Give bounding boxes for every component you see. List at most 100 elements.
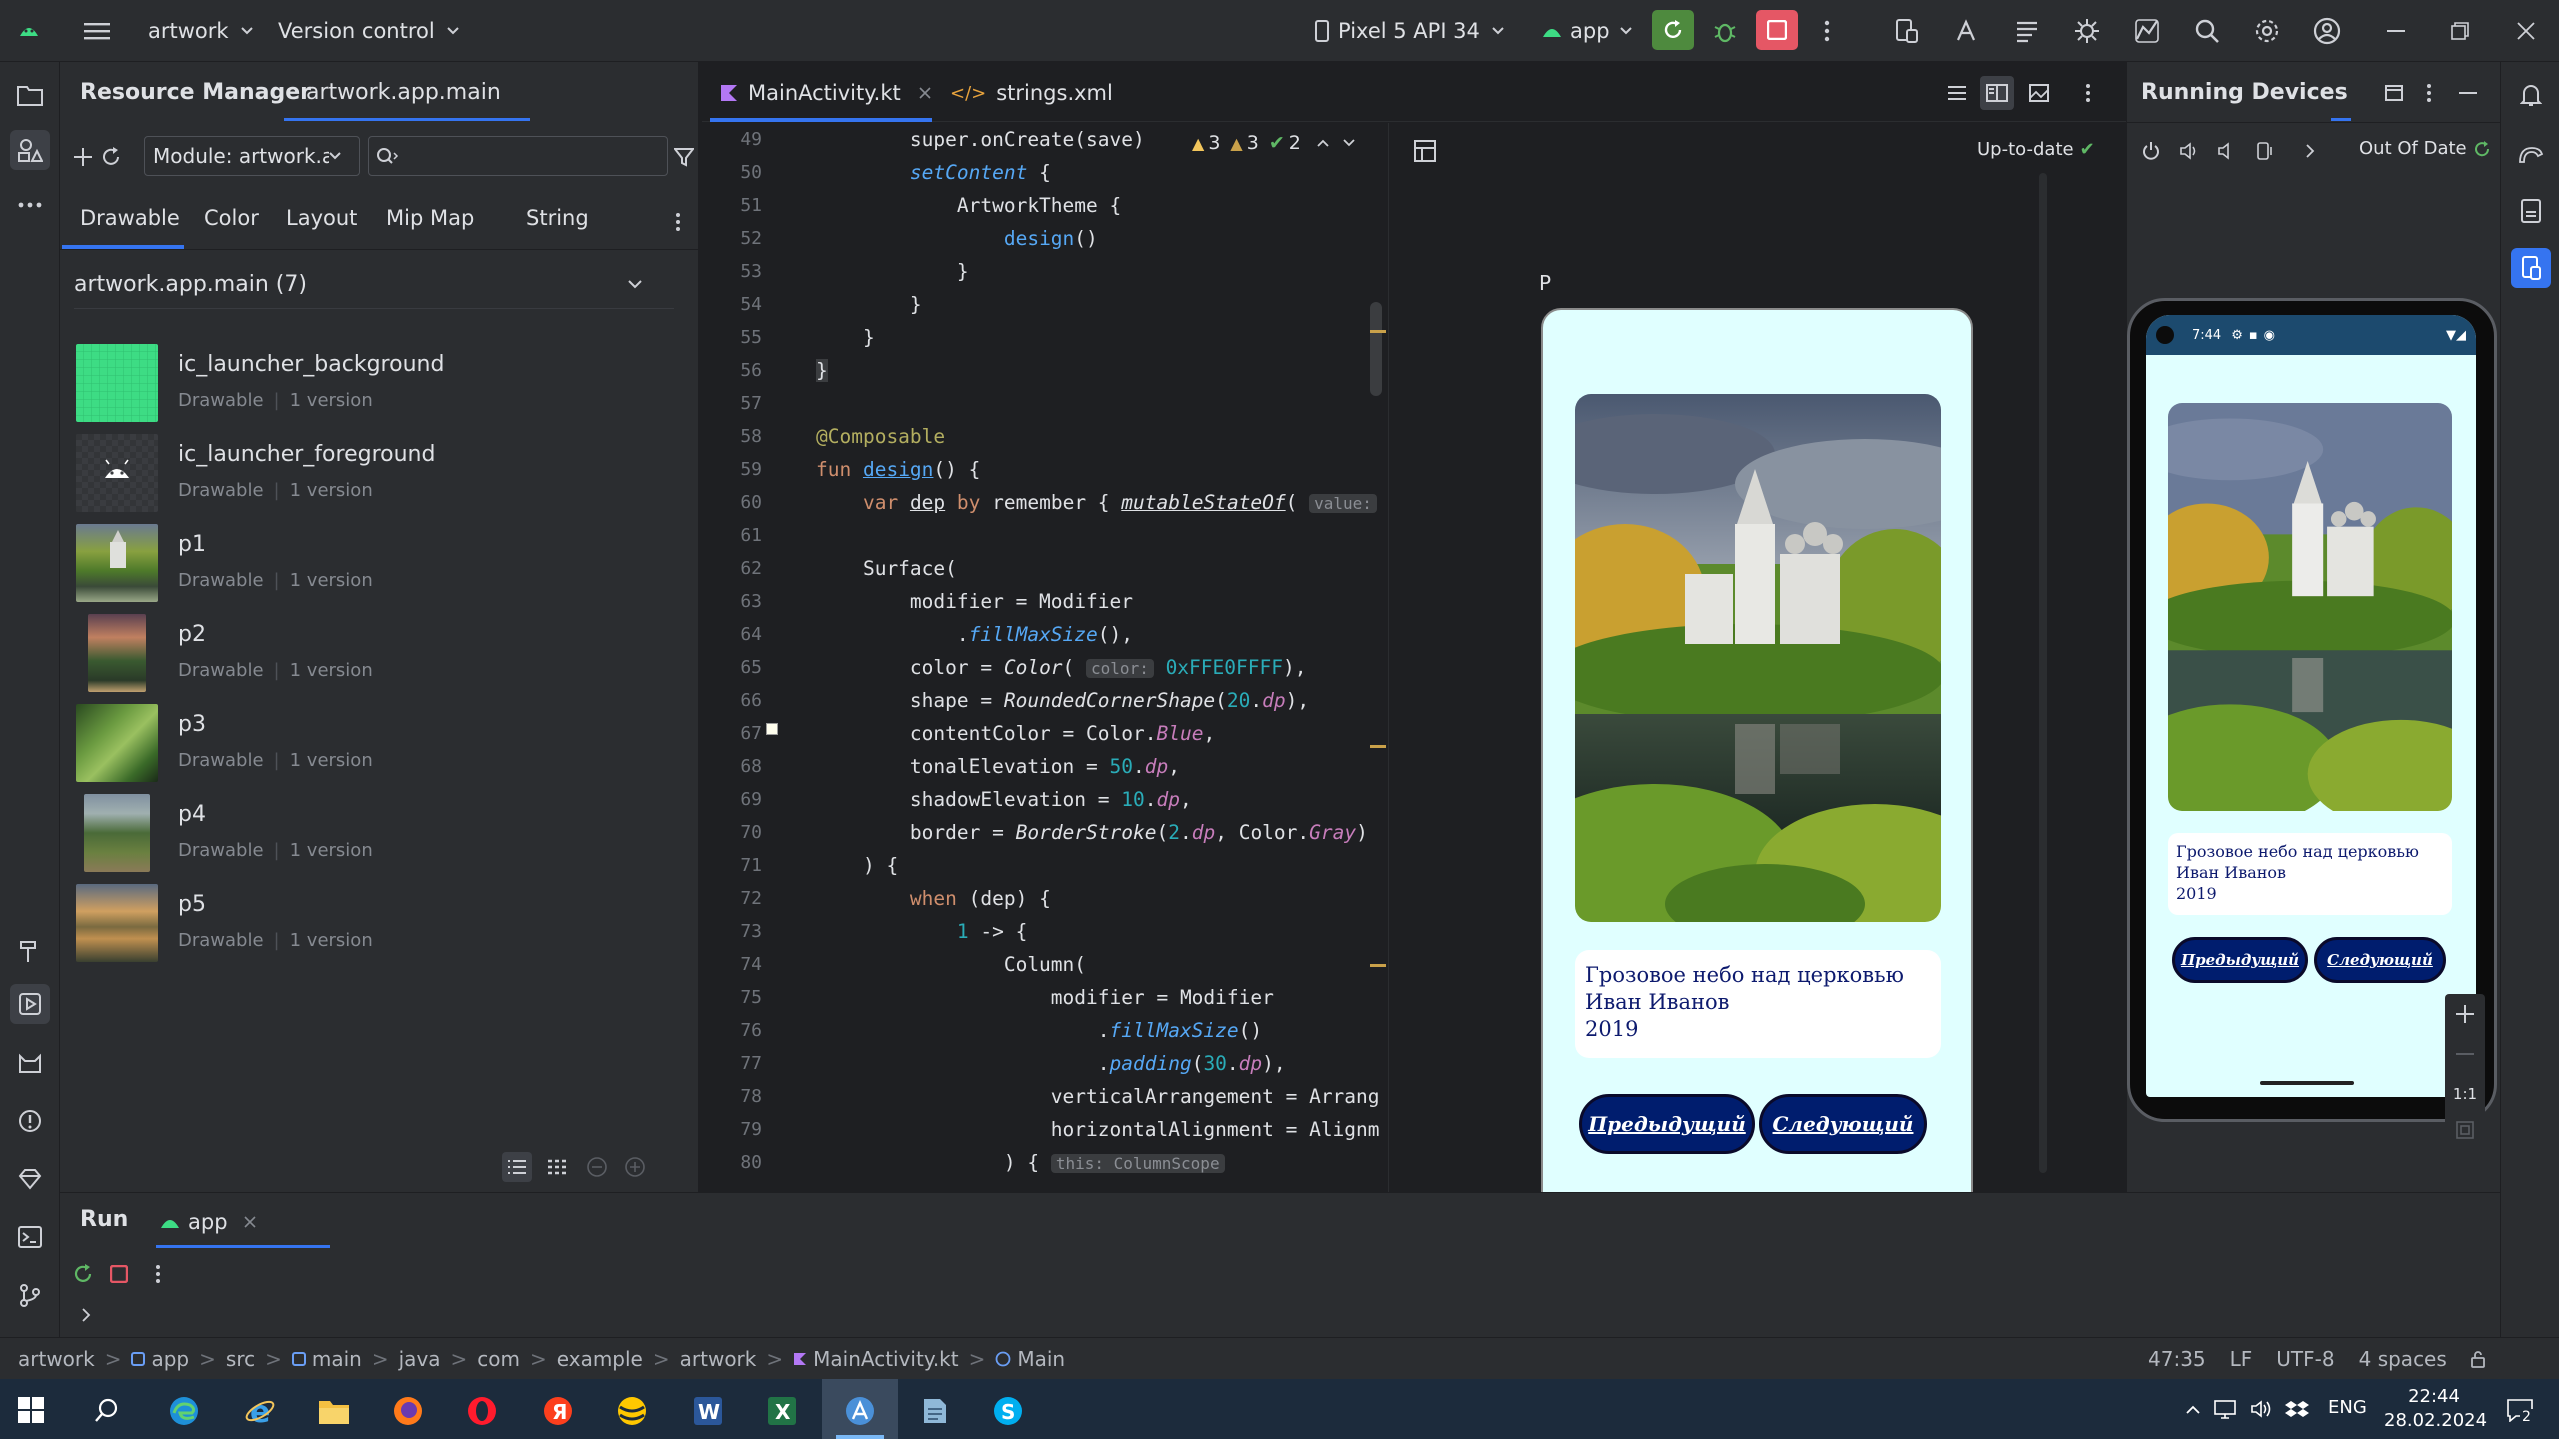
refresh-icon[interactable] [96,142,126,172]
color-swatch-gutter-icon[interactable] [766,723,778,735]
grid-view-icon[interactable] [542,1152,572,1182]
next-button[interactable]: Следующий [1759,1094,1927,1154]
more-actions-icon[interactable] [1812,14,1842,48]
language-indicator[interactable]: ENG [2328,1397,2367,1418]
dropbox-icon[interactable] [2282,1395,2312,1423]
resource-item-ic-launcher-background[interactable]: ic_launcher_background Drawable | 1 versio… [76,344,666,430]
chevron-right-icon[interactable] [2305,144,2315,158]
volume-icon[interactable] [2246,1395,2276,1423]
tab-mainactivity[interactable]: MainActivity.kt [720,78,931,108]
notepad-icon[interactable] [914,1391,954,1431]
breadcrumb-item[interactable]: java [399,1347,441,1371]
zoom-actual-size[interactable]: 1:1 [2449,1080,2481,1108]
zoom-in-icon[interactable] [2451,1000,2479,1028]
module-tab[interactable]: artwork.app.main [306,80,501,105]
rerun-button[interactable] [1652,10,1694,50]
app-quality-icon[interactable] [11,1160,49,1198]
phone-screen[interactable]: 7:44 ⚙▪◉ ▼◢ Грозовое небо над церковью И… [2146,315,2476,1097]
breadcrumb-item[interactable]: example [557,1347,643,1371]
tab-drawable[interactable]: Drawable [80,206,180,230]
previous-button[interactable]: Предыдущий [2172,937,2308,983]
list-view-icon[interactable] [502,1152,532,1182]
resource-item-ic-launcher-foreground[interactable]: ic_launcher_foreground Drawable | 1 versio… [76,434,666,520]
more-tabs-icon[interactable] [668,208,688,236]
logcat-icon[interactable] [11,1044,49,1082]
split-view-icon[interactable] [1980,76,2014,110]
module-select[interactable]: Module: artwork.ap [144,136,360,176]
hide-panel-icon[interactable] [2453,78,2483,108]
yandex-browser-icon[interactable]: Я [538,1391,578,1431]
internet-explorer-icon[interactable]: e [240,1391,280,1431]
device-status[interactable]: Out Of Date [2359,138,2491,159]
add-resource-icon[interactable] [68,142,98,172]
device-manager-icon[interactable] [1890,14,1924,48]
main-menu-icon[interactable] [80,16,114,46]
readonly-lock-icon[interactable] [2469,1350,2487,1368]
zoom-in-icon[interactable] [620,1152,650,1182]
file-explorer-icon[interactable] [314,1391,354,1431]
run-more-icon[interactable] [146,1259,170,1289]
project-folder-icon[interactable] [11,76,49,114]
breadcrumb-item[interactable]: main [312,1347,362,1371]
tab-string[interactable]: String [526,206,589,230]
vertical-scrollbar[interactable] [1370,302,1382,396]
show-hidden-icons-icon[interactable] [2180,1395,2206,1423]
notifications-bell-icon[interactable] [2512,76,2550,114]
tab-layout[interactable]: Layout [286,206,357,230]
skype-icon[interactable]: S [988,1391,1028,1431]
chevron-down-icon[interactable] [628,280,642,290]
firefox-icon[interactable] [388,1391,428,1431]
problems-icon[interactable] [11,1102,49,1140]
rerun-icon[interactable] [68,1259,98,1289]
vcs-selector[interactable]: Version control [278,16,459,46]
structure-icon[interactable] [2010,14,2044,48]
line-separator[interactable]: LF [2230,1347,2253,1371]
project-selector[interactable]: artwork [148,16,253,46]
chevron-right-icon[interactable] [74,1303,98,1327]
build-hammer-icon[interactable] [11,932,49,970]
zoom-fit-icon[interactable] [2451,1116,2479,1144]
clock[interactable]: 22:44 28.02.2024 [2384,1385,2487,1433]
breadcrumb-item[interactable]: com [477,1347,520,1371]
code-editor[interactable]: ▲ 3 ▲ 3 ✔ 2 49 50 51 52 53 54 55 56 57 58 59 60 61 62 63 6… [702,123,1388,1192]
windows-start-icon[interactable] [14,1393,48,1427]
zoom-out-icon[interactable] [2451,1040,2479,1068]
resource-item-p2[interactable]: p2 Drawable | 1 version [76,614,666,700]
window-layout-icon[interactable] [2379,78,2409,108]
close-window-icon[interactable] [2508,14,2544,48]
device-file-explorer-icon[interactable] [2512,192,2550,230]
filter-icon[interactable] [670,142,698,172]
run-tab-app[interactable]: app [160,1207,256,1237]
account-icon[interactable] [2310,14,2344,48]
resource-manager-icon[interactable] [10,130,50,170]
version-control-icon[interactable] [11,1276,49,1314]
stop-icon[interactable] [104,1259,134,1289]
gemini-icon[interactable] [1950,14,1984,48]
excel-icon[interactable]: X [762,1391,802,1431]
chevron-up-icon[interactable] [1317,139,1329,147]
taskbar-search-icon[interactable] [90,1393,124,1427]
edge-browser-icon[interactable] [164,1391,204,1431]
chevron-down-icon[interactable] [1343,139,1355,147]
resource-group-header[interactable]: artwork.app.main (7) [74,272,307,297]
code-view-icon[interactable] [1942,78,1972,108]
breadcrumb-item[interactable]: artwork [680,1347,757,1371]
breadcrumb-item[interactable]: MainActivity.kt [813,1347,958,1371]
tab-color[interactable]: Color [204,206,259,230]
tab-strings-xml[interactable]: </> strings.xml [950,78,1113,108]
beeline-icon[interactable] [612,1391,652,1431]
preview-scrollbar[interactable] [2039,173,2047,1173]
resource-item-p5[interactable]: p5 Drawable | 1 version [76,884,666,970]
action-center-icon[interactable]: 2 [2500,1393,2540,1427]
next-button[interactable]: Следующий [2314,937,2446,983]
breadcrumb-item[interactable]: artwork [18,1347,95,1371]
settings-gear-icon[interactable] [2250,14,2284,48]
run-tool-icon[interactable] [10,984,50,1024]
editor-more-icon[interactable] [2076,78,2100,108]
terminal-icon[interactable] [11,1218,49,1256]
close-tab-icon[interactable] [919,87,931,99]
running-devices-icon[interactable] [2511,248,2551,288]
indent-setting[interactable]: 4 spaces [2359,1347,2447,1371]
zoom-out-icon[interactable] [582,1152,612,1182]
breadcrumb-item[interactable]: app [151,1347,189,1371]
